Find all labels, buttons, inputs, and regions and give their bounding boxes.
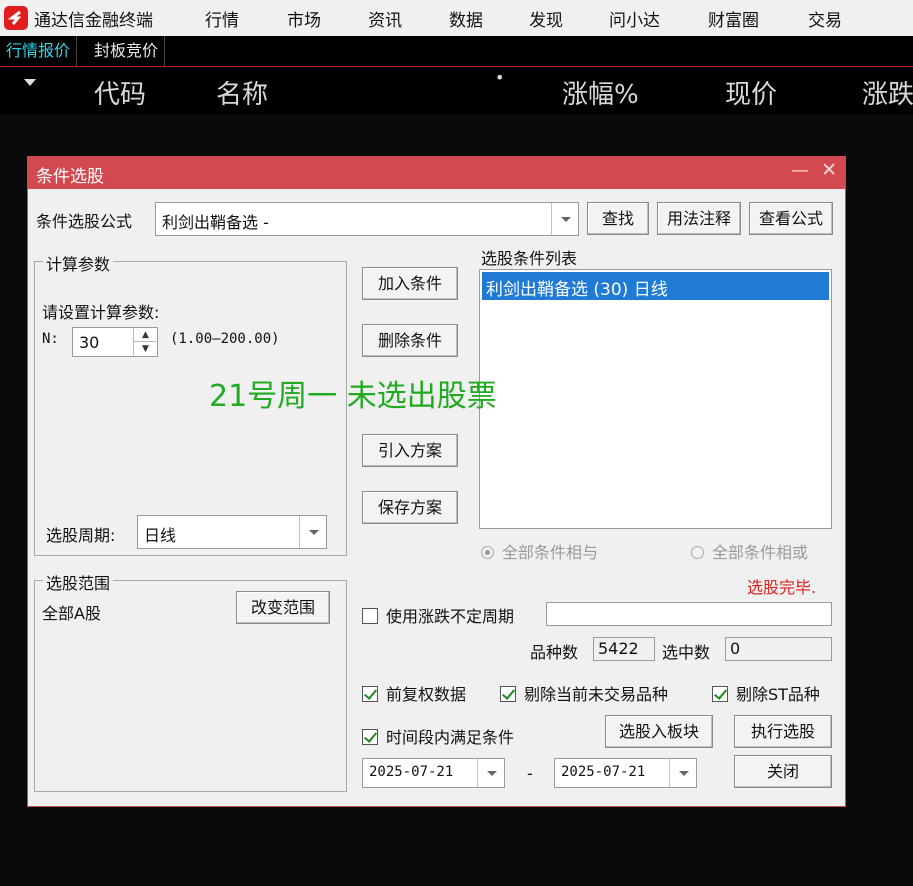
total-count-value: 5422 bbox=[593, 637, 655, 661]
formula-select[interactable]: 利剑出鞘备选 - bbox=[155, 202, 579, 236]
exclude-non-trading-checkbox[interactable]: 剔除当前未交易品种 bbox=[500, 681, 668, 705]
column-header-code[interactable]: 代码 bbox=[94, 74, 146, 111]
params-prompt: 请设置计算参数: bbox=[42, 303, 160, 322]
logic-or-radio[interactable]: 全部条件相或 bbox=[691, 539, 808, 563]
menu-item-wealth-circle[interactable]: 财富圈 bbox=[708, 6, 759, 31]
forward-adjust-label: 前复权数据 bbox=[386, 685, 467, 704]
usage-notes-button[interactable]: 用法注释 bbox=[657, 202, 741, 235]
menu-bar: 通达信金融终端 行情 市场 资讯 数据 发现 问小达 财富圈 交易 bbox=[0, 0, 913, 36]
date-from-value: 2025-07-21 bbox=[369, 764, 454, 780]
column-header-change-pct[interactable]: 涨幅% bbox=[562, 74, 639, 111]
exclude-st-label: 剔除ST品种 bbox=[736, 685, 820, 704]
menu-item-data[interactable]: 数据 bbox=[449, 6, 483, 31]
radio-selected-icon bbox=[481, 546, 494, 559]
condition-list-item[interactable]: 利剑出鞘备选 (30) 日线 bbox=[482, 272, 829, 300]
formula-select-value: 利剑出鞘备选 - bbox=[162, 213, 269, 232]
uncertain-period-input[interactable] bbox=[546, 602, 832, 626]
param-n-spin-buttons: ▲ ▼ bbox=[133, 328, 157, 356]
menu-item-markets[interactable]: 市场 bbox=[287, 6, 321, 31]
menu-item-news[interactable]: 资讯 bbox=[368, 6, 402, 31]
checkmark-icon bbox=[362, 729, 378, 745]
menu-item-trade[interactable]: 交易 bbox=[808, 6, 842, 31]
checkmark-icon bbox=[362, 686, 378, 702]
view-formula-button[interactable]: 查看公式 bbox=[749, 202, 833, 235]
param-n-range: (1.00—200.00) bbox=[170, 331, 280, 347]
status-text: 选股完毕. bbox=[747, 578, 817, 597]
stock-range-legend: 选股范围 bbox=[43, 570, 114, 594]
exclude-st-checkbox[interactable]: 剔除ST品种 bbox=[712, 681, 820, 705]
stock-range-value: 全部A股 bbox=[42, 604, 101, 623]
chevron-down-icon[interactable] bbox=[477, 759, 504, 787]
logic-and-radio[interactable]: 全部条件相与 bbox=[481, 539, 598, 563]
total-count-label: 品种数 bbox=[530, 643, 579, 662]
selected-count-value: 0 bbox=[725, 637, 832, 661]
time-period-checkbox[interactable]: 时间段内满足条件 bbox=[362, 724, 514, 748]
delete-condition-button[interactable]: 删除条件 bbox=[362, 324, 458, 357]
spin-down-icon[interactable]: ▼ bbox=[134, 342, 157, 356]
logic-and-label: 全部条件相与 bbox=[502, 543, 599, 562]
change-range-button[interactable]: 改变范围 bbox=[236, 591, 330, 624]
date-separator: - bbox=[527, 764, 533, 783]
import-plan-button[interactable]: 引入方案 bbox=[362, 434, 458, 467]
menu-item-discover[interactable]: 发现 bbox=[529, 6, 563, 31]
spin-up-icon[interactable]: ▲ bbox=[134, 328, 157, 342]
tab-limit-auction[interactable]: 封板竞价 bbox=[88, 36, 166, 66]
quote-table-header: 代码 名称 • 涨幅% 现价 涨跌 bbox=[0, 68, 913, 114]
date-to-value: 2025-07-21 bbox=[561, 764, 646, 780]
chevron-down-icon[interactable] bbox=[669, 759, 696, 787]
dialog-title: 条件选股 bbox=[36, 167, 104, 187]
date-from-picker[interactable]: 2025-07-21 bbox=[362, 758, 505, 788]
app-title: 通达信金融终端 bbox=[34, 11, 153, 31]
dialog-title-bar[interactable]: 条件选股 — ✕ bbox=[28, 157, 845, 189]
find-button[interactable]: 查找 bbox=[587, 202, 649, 235]
execute-screen-button[interactable]: 执行选股 bbox=[734, 715, 832, 748]
chevron-down-icon[interactable] bbox=[299, 516, 326, 548]
minimize-icon[interactable]: — bbox=[791, 160, 809, 181]
time-period-label: 时间段内满足条件 bbox=[386, 728, 515, 747]
checkmark-icon bbox=[712, 686, 728, 702]
condition-list-label: 选股条件列表 bbox=[481, 249, 578, 268]
forward-adjust-checkbox[interactable]: 前复权数据 bbox=[362, 681, 466, 705]
menu-item-market-quotes[interactable]: 行情 bbox=[205, 6, 239, 31]
period-select[interactable]: 日线 bbox=[137, 515, 327, 549]
period-label: 选股周期: bbox=[46, 526, 116, 545]
calc-params-legend: 计算参数 bbox=[43, 251, 114, 275]
quote-tab-bar: 行情报价 封板竞价 bbox=[0, 36, 913, 67]
param-n-value[interactable]: 30 bbox=[79, 333, 99, 352]
logic-or-label: 全部条件相或 bbox=[712, 543, 809, 562]
condition-list[interactable]: 利剑出鞘备选 (30) 日线 bbox=[479, 269, 832, 529]
chevron-down-icon[interactable] bbox=[551, 203, 578, 235]
exclude-non-trading-label: 剔除当前未交易品种 bbox=[524, 685, 669, 704]
menu-item-ask-xiaoda[interactable]: 问小达 bbox=[609, 6, 660, 31]
close-icon[interactable]: ✕ bbox=[821, 159, 837, 181]
uncertain-period-checkbox[interactable]: 使用涨跌不定周期 bbox=[362, 603, 514, 627]
add-to-block-button[interactable]: 选股入板块 bbox=[605, 715, 713, 748]
column-header-price[interactable]: 现价 bbox=[725, 74, 777, 111]
period-select-value: 日线 bbox=[144, 526, 177, 545]
column-header-change[interactable]: 涨跌 bbox=[862, 74, 913, 111]
formula-label: 条件选股公式 bbox=[36, 212, 133, 231]
stock-screener-dialog: 条件选股 — ✕ 条件选股公式 利剑出鞘备选 - 查找 用法注释 查看公式 计算… bbox=[27, 156, 846, 807]
save-plan-button[interactable]: 保存方案 bbox=[362, 491, 458, 524]
checkbox-icon bbox=[362, 608, 378, 624]
sort-indicator-dot: • bbox=[495, 68, 505, 87]
date-to-picker[interactable]: 2025-07-21 bbox=[554, 758, 697, 788]
selected-count-label: 选中数 bbox=[662, 643, 711, 662]
param-n-stepper[interactable]: 30 ▲ ▼ bbox=[72, 327, 158, 357]
annotation-text: 21号周一 未选出股票 bbox=[209, 379, 497, 414]
add-condition-button[interactable]: 加入条件 bbox=[362, 267, 458, 300]
app-logo-icon bbox=[4, 6, 28, 30]
tab-quote-prices[interactable]: 行情报价 bbox=[0, 36, 78, 66]
uncertain-period-label: 使用涨跌不定周期 bbox=[386, 607, 515, 626]
sort-dropdown-icon[interactable] bbox=[24, 79, 36, 86]
checkmark-icon bbox=[500, 686, 516, 702]
column-header-name[interactable]: 名称 bbox=[216, 74, 268, 111]
radio-unselected-icon bbox=[691, 546, 704, 559]
param-n-label: N: bbox=[42, 331, 59, 347]
close-button[interactable]: 关闭 bbox=[734, 755, 832, 788]
